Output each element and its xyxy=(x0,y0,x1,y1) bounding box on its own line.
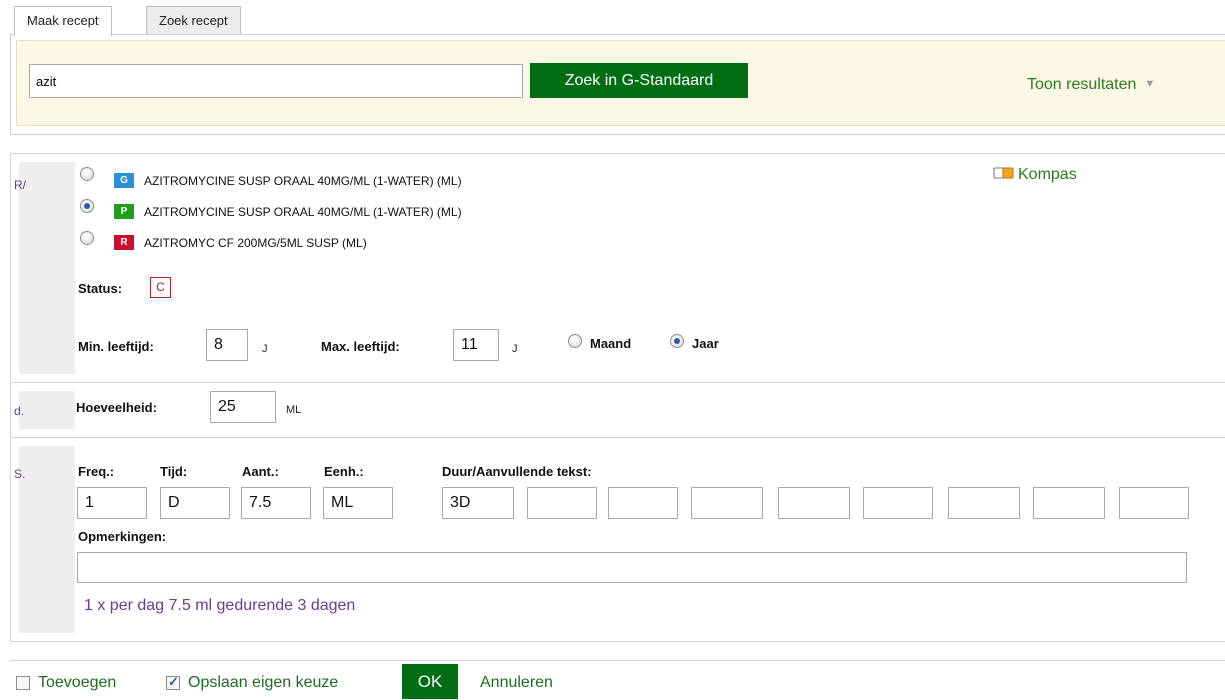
badge-r: R xyxy=(114,235,134,250)
book-icon xyxy=(993,167,1014,179)
duur-input-9[interactable] xyxy=(1119,487,1189,519)
toon-resultaten-toggle[interactable]: Toon resultaten ▼ xyxy=(1027,76,1155,94)
quantity-input[interactable] xyxy=(210,391,276,423)
ok-button[interactable]: OK xyxy=(402,664,458,699)
med-option-radio-2[interactable] xyxy=(80,199,94,213)
status-label: Status: xyxy=(78,281,123,296)
badge-p: P xyxy=(114,204,134,219)
remarks-input[interactable] xyxy=(77,552,1187,583)
search-input[interactable] xyxy=(29,64,523,98)
toon-resultaten-label: Toon resultaten xyxy=(1027,76,1137,93)
opslaan-checkbox[interactable] xyxy=(166,674,180,690)
dosage-gutter xyxy=(19,446,75,633)
max-age-input[interactable] xyxy=(453,329,499,361)
search-g-standaard-button[interactable]: Zoek in G-Standaard xyxy=(530,63,748,98)
tijd-label: Tijd: xyxy=(160,464,188,479)
duur-input-2[interactable] xyxy=(527,487,597,519)
quantity-section xyxy=(10,382,1225,438)
min-age-input[interactable] xyxy=(206,329,248,361)
dosage-gutter-label: S. xyxy=(14,467,26,481)
duur-input-6[interactable] xyxy=(863,487,933,519)
duur-input-5[interactable] xyxy=(778,487,850,519)
freq-input[interactable] xyxy=(77,487,147,519)
footer-divider xyxy=(10,660,1225,661)
quantity-gutter-label: d. xyxy=(14,404,25,418)
recipe-gutter xyxy=(19,162,75,374)
toevoegen-label[interactable]: Toevoegen xyxy=(38,674,116,692)
dosage-summary: 1 x per dag 7.5 ml gedurende 3 dagen xyxy=(84,597,356,614)
age-unit-jaar-radio[interactable] xyxy=(670,334,684,348)
chevron-down-icon: ▼ xyxy=(1144,78,1156,90)
duur-input-1[interactable] xyxy=(442,487,514,519)
age-unit-maand-label: Maand xyxy=(590,336,632,351)
tijd-input[interactable] xyxy=(160,487,230,519)
tab-maak-recept[interactable]: Maak recept xyxy=(14,6,112,36)
remarks-label: Opmerkingen: xyxy=(78,529,167,544)
min-age-unit: J xyxy=(262,343,268,355)
badge-g: G xyxy=(114,173,134,188)
eenh-label: Eenh.: xyxy=(324,464,364,479)
duur-label: Duur/Aanvullende tekst: xyxy=(442,464,592,479)
age-unit-maand-radio[interactable] xyxy=(568,334,582,348)
med-option-radio-1[interactable] xyxy=(80,167,94,181)
eenh-input[interactable] xyxy=(323,487,393,519)
duur-input-8[interactable] xyxy=(1033,487,1105,519)
status-badge: C xyxy=(150,277,171,298)
tab-zoek-recept[interactable]: Zoek recept xyxy=(146,6,241,35)
toevoegen-checkbox[interactable] xyxy=(16,676,30,690)
med-option-label-2: AZITROMYCINE SUSP ORAAL 40MG/ML (1-WATER… xyxy=(144,205,462,219)
quantity-label: Hoeveelheid: xyxy=(76,400,157,415)
aant-label: Aant.: xyxy=(242,464,279,479)
min-age-label: Min. leeftijd: xyxy=(78,339,154,354)
quantity-unit: ML xyxy=(286,404,302,416)
kompas-link[interactable]: Kompas xyxy=(993,166,1077,184)
max-age-unit: J xyxy=(512,343,518,355)
quantity-gutter xyxy=(19,391,75,429)
annuleren-link[interactable]: Annuleren xyxy=(480,674,553,692)
duur-input-4[interactable] xyxy=(691,487,763,519)
duur-input-7[interactable] xyxy=(948,487,1020,519)
med-option-label-1: AZITROMYCINE SUSP ORAAL 40MG/ML (1-WATER… xyxy=(144,174,462,188)
max-age-label: Max. leeftijd: xyxy=(321,339,400,354)
aant-input[interactable] xyxy=(241,487,311,519)
freq-label: Freq.: xyxy=(78,464,115,479)
recipe-gutter-label: R/ xyxy=(14,178,26,192)
kompas-label: Kompas xyxy=(1018,166,1077,183)
duur-input-3[interactable] xyxy=(608,487,678,519)
med-option-label-3: AZITROMYC CF 200MG/5ML SUSP (ML) xyxy=(144,236,367,250)
med-option-radio-3[interactable] xyxy=(80,231,94,245)
age-unit-jaar-label: Jaar xyxy=(692,336,719,351)
opslaan-label[interactable]: Opslaan eigen keuze xyxy=(188,674,338,692)
